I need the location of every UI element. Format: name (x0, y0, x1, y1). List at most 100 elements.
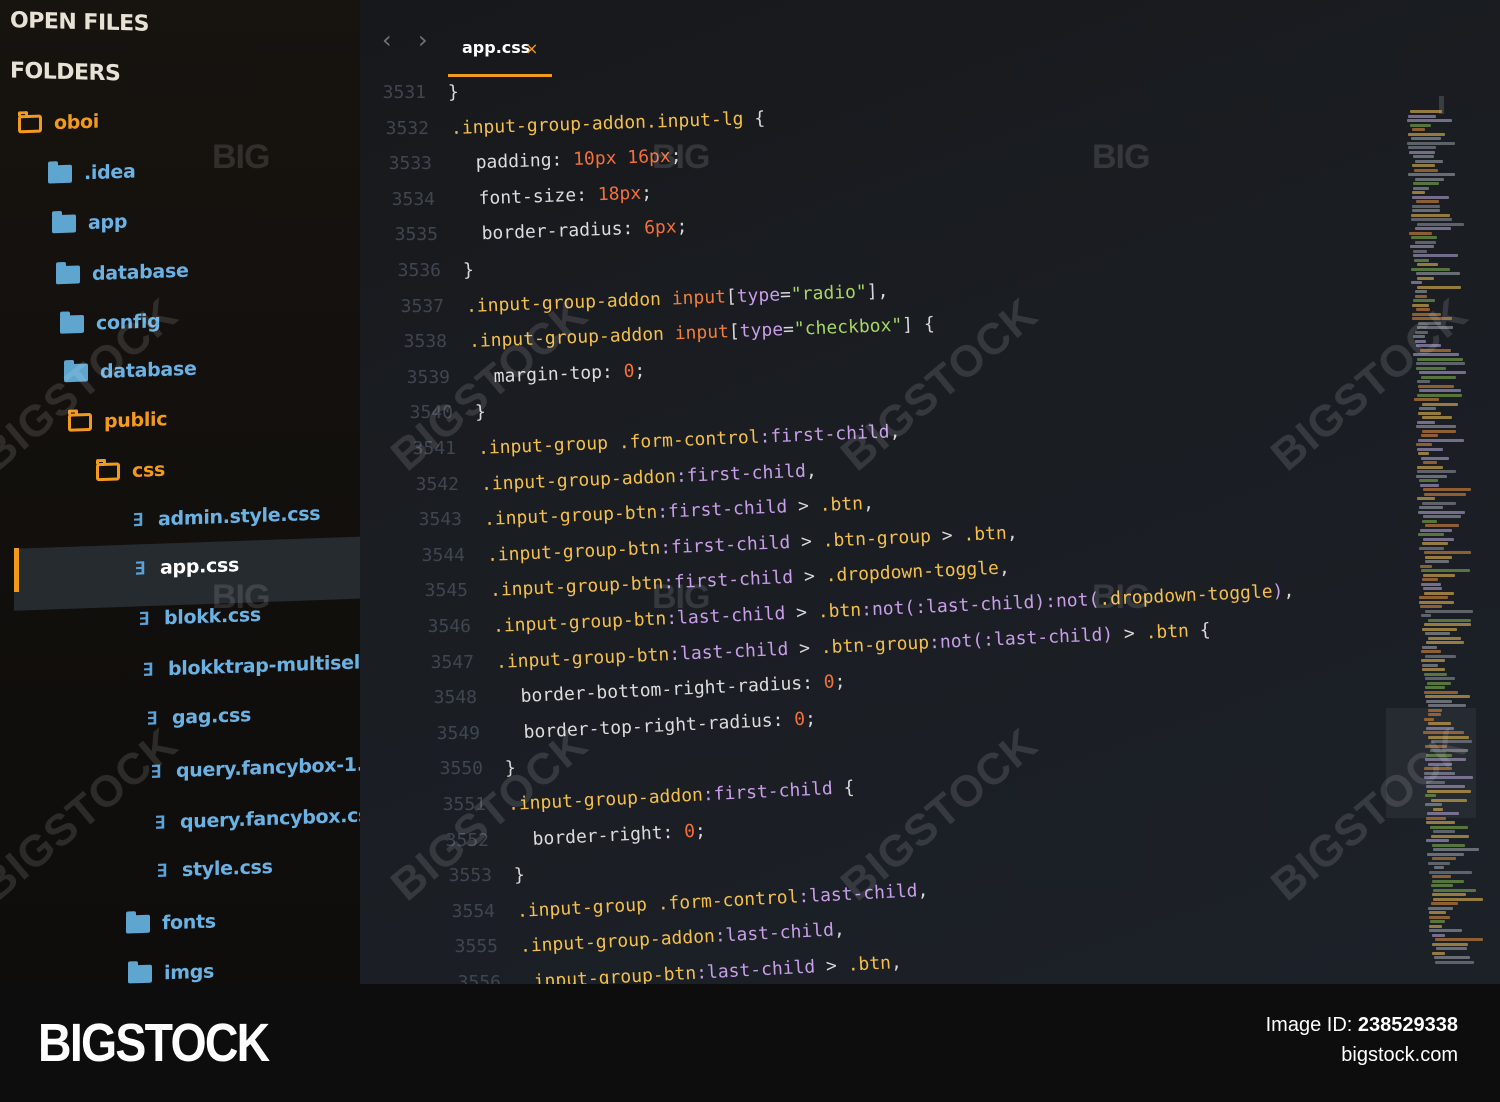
code-line[interactable]: border-right: 0; (510, 820, 706, 851)
minimap-line (1424, 758, 1467, 761)
tree-item[interactable]: css (96, 459, 165, 483)
code-line[interactable]: .input-group-addon input[type="checkbox"… (469, 314, 935, 352)
tree-item[interactable]: ∃ style.css (154, 856, 273, 882)
code-line[interactable]: font-size: 18px; (457, 182, 653, 210)
stock-footer: BIGSTOCK Image ID: 238529338 bigstock.co… (0, 984, 1500, 1102)
selected-row-marker (14, 548, 19, 592)
code-line[interactable]: } (463, 260, 475, 281)
minimap-line (1414, 398, 1439, 401)
folders-heading[interactable]: FOLDERS (10, 59, 120, 87)
code-token: .input-group-addon (519, 926, 716, 958)
tree-item[interactable]: ∃ blokk.css (136, 604, 261, 630)
minimap-line (1434, 938, 1483, 941)
code-line[interactable]: border-top-right-radius: 0; (501, 708, 816, 744)
code-token: > (930, 524, 964, 547)
code-line[interactable]: .input-group-btn:first-child > .dropdown… (490, 558, 1011, 602)
line-number: 3556 (457, 972, 501, 984)
code-line[interactable]: } (513, 865, 525, 887)
minimap-line (1413, 254, 1459, 257)
minimap-line (1415, 272, 1461, 275)
minimap-line (1413, 258, 1429, 262)
line-number: 3540 (409, 402, 453, 424)
tree-item[interactable]: database (64, 358, 197, 385)
code-line[interactable]: .input-group-addon input[type="radio"], (466, 280, 889, 316)
bigstock-logo: BIGSTOCK (38, 1013, 270, 1073)
minimap[interactable] (1386, 110, 1483, 980)
code-token: type (739, 319, 784, 343)
code-token: border-top-right-radius: (501, 709, 795, 744)
tree-item-label: imgs (164, 960, 215, 984)
code-line[interactable]: .input-group-btn:last-child > .btn, (522, 952, 902, 984)
code-area[interactable]: 3531} 3532 .input-group-addon.input-lg {35… (360, 0, 1500, 984)
tree-item[interactable]: config (60, 310, 160, 336)
code-line[interactable]: .input-group-btn:first-child > .btn, (484, 493, 875, 530)
minimap-line (1420, 564, 1433, 568)
code-line[interactable]: .input-group .form-control:first-child, (478, 421, 901, 459)
tree-item[interactable]: ∃ query.fancybox.css (152, 804, 381, 834)
tree-item[interactable]: oboi (18, 111, 99, 136)
line-number: 3552 (445, 829, 489, 851)
code-line[interactable]: } (475, 402, 487, 423)
code-token: padding: (453, 149, 574, 175)
code-line[interactable]: } (504, 758, 516, 779)
minimap-line (1424, 803, 1442, 806)
open-files-heading[interactable]: OPEN FILES (10, 8, 149, 37)
minimap-line (1432, 879, 1465, 883)
code-token: .input-group-btn (492, 608, 667, 637)
code-line[interactable]: .input-group-addon:first-child, (481, 460, 818, 495)
code-token: { (1188, 619, 1212, 642)
tree-item[interactable]: app (52, 211, 127, 236)
code-token: 10px 16px (572, 146, 671, 171)
minimap-line (1424, 623, 1471, 626)
code-line[interactable]: border-radius: 6px; (460, 216, 688, 245)
minimap-line (1428, 735, 1469, 739)
tree-item[interactable]: public (68, 408, 167, 433)
minimap-line (1415, 443, 1433, 446)
minimap-line (1429, 825, 1468, 829)
tree-item[interactable]: ∃ gag.css (144, 704, 251, 730)
minimap-line (1409, 110, 1443, 113)
line-number: 3538 (403, 331, 447, 353)
code-line[interactable]: border-bottom-right-radius: 0; (499, 671, 846, 708)
minimap-line (1425, 695, 1470, 698)
code-line[interactable]: .input-group-addon:last-child, (519, 919, 845, 957)
code-token: .input-group-addon (468, 323, 676, 353)
minimap-line (1424, 654, 1456, 658)
line-number: 3534 (391, 188, 435, 210)
minimap-line (1416, 222, 1464, 226)
code-line[interactable]: .input-group-btn:first-child > .btn-grou… (487, 522, 1018, 566)
minimap-line (1427, 789, 1471, 793)
line-number: 3544 (421, 544, 465, 566)
tree-item[interactable]: .idea (48, 160, 136, 185)
code-token: :last-child (797, 880, 918, 908)
line-number: 3536 (397, 260, 441, 281)
tree-item[interactable]: ∃ admin.style.css (130, 503, 321, 532)
code-line[interactable]: } (448, 82, 459, 103)
code-token: > (784, 601, 819, 624)
code-line[interactable]: .input-group-addon.input-lg { (451, 107, 766, 138)
code-token: > (814, 954, 849, 978)
tree-item[interactable]: fonts (126, 910, 216, 935)
code-token: .btn (1145, 620, 1190, 644)
tree-item[interactable]: imgs (128, 960, 214, 984)
line-number: 3531 (382, 82, 426, 103)
minimap-line (1421, 582, 1441, 586)
minimap-line (1432, 893, 1467, 896)
code-token: > (1112, 622, 1147, 645)
tree-item[interactable]: database (56, 260, 189, 287)
code-token: , (833, 919, 846, 941)
minimap-line (1419, 348, 1451, 352)
minimap-line (1419, 483, 1440, 487)
code-token: , (889, 421, 901, 443)
minimap-line (1420, 375, 1457, 379)
minimap-line (1424, 744, 1447, 748)
code-line[interactable]: .input-group .form-control:last-child, (516, 880, 928, 922)
code-token: :last-child (665, 602, 786, 630)
minimap-line (1433, 897, 1483, 901)
tree-item[interactable]: ∃ app.css (132, 554, 239, 580)
code-line[interactable]: margin-top: 0; (472, 360, 645, 388)
code-token: [ (725, 285, 738, 308)
code-token: ; (640, 182, 653, 204)
code-line[interactable]: padding: 10px 16px; (454, 146, 682, 175)
code-line[interactable]: .input-group-addon:first-child { (507, 777, 854, 815)
